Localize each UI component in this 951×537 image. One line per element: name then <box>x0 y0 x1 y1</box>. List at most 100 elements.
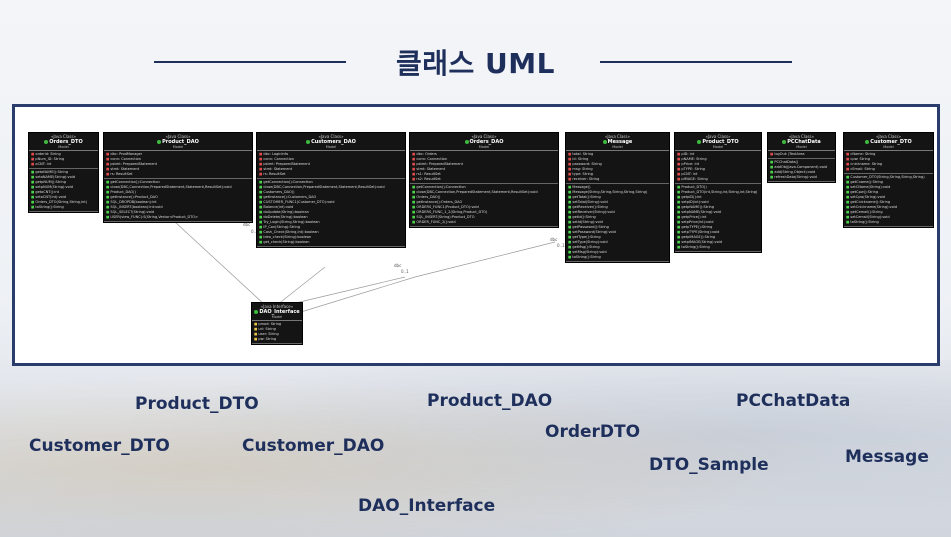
member-text: SQL_SELECT(String):void <box>110 210 155 214</box>
member-text: setpNUM(String):void <box>35 185 73 189</box>
member-text: Message(String,String,String,String,Stri… <box>572 190 648 194</box>
edge-label-mult-2: 0..1 <box>401 269 409 274</box>
class-operations: ■ Product_DTO() ■ Product_DTO(int,String,… <box>675 184 761 252</box>
class-icon <box>157 139 162 144</box>
member-text: setpPrice(int):void <box>681 220 714 224</box>
title-area: 클래스 UML <box>0 20 951 80</box>
label-orderdto: OrderDTO <box>545 422 641 442</box>
member-text: IP_Con(String):String <box>263 225 300 229</box>
member-text: rs1: ResultSet <box>416 172 441 176</box>
member-text: SQL_DROPDB(boolean):int <box>110 200 157 204</box>
class-attribute: ■ receiver: String <box>568 177 667 182</box>
member-text: cnickname: String <box>850 162 883 166</box>
uml-class-customer-dto[interactable]: «Java Class» Customer_DTO Model ■ cName: St… <box>843 132 934 228</box>
uml-canvas: dbc 0..1 dbc 0..1 dbc 0..1 «Java Class» Orders… <box>25 127 935 367</box>
member-text: getReceiver():String <box>572 205 608 209</box>
member-text: Product_DAO() <box>110 190 136 194</box>
member-text: getId():String <box>572 215 596 219</box>
class-operation: ■ refreshData(String):void <box>770 175 833 180</box>
member-text: getCemail():String <box>850 210 883 214</box>
member-text: toString():String <box>681 245 710 249</box>
member-text: doUpdate(String):boolean <box>263 210 309 214</box>
member-text: Customer_DTO(String,String,String,String… <box>850 175 925 179</box>
class-attribute: ■ rs: ResultSet <box>106 172 250 177</box>
member-text: orderid: String <box>35 152 61 156</box>
member-text: rs: ResultSet <box>263 172 286 176</box>
member-text: SQL_INSERT(boolean):int:void <box>110 205 163 209</box>
member-text: Try_Login(String,String):boolean <box>263 220 320 224</box>
class-icon <box>254 309 259 314</box>
member-text: getpTYPE():String <box>681 225 713 229</box>
class-attribute: ■ pIMAGE: String <box>677 177 759 182</box>
member-text: conn: Connection <box>110 157 142 161</box>
page-title: 클래스 UML <box>396 47 555 80</box>
class-attributes: ■ logOut: JTextArea <box>768 151 835 159</box>
member-text: receiver: String <box>572 177 600 181</box>
member-text: conn: Connection <box>263 157 295 161</box>
member-text: getpNAME():String <box>681 205 714 209</box>
class-operations: ■ PCChatData() ■ addObj(Java.Component):v… <box>768 159 835 182</box>
member-text: stmt: Statement <box>263 167 293 171</box>
class-attribute: ■ pw: String <box>254 337 300 342</box>
class-icon <box>44 139 49 144</box>
class-header: «Java Class» Orders_DAO Model <box>410 133 558 151</box>
label-customer-dto: Customer_DTO <box>29 436 170 456</box>
member-text: setType(String):void <box>572 240 608 244</box>
class-operations: ■ Message() ■ Message(String,String,Strin… <box>566 184 669 262</box>
member-text: Balance(int):void <box>263 205 294 209</box>
member-text: pCNT: int <box>681 172 698 176</box>
class-operations: ■ getoNAME():String ■ setoNAME(String):vo… <box>29 169 98 212</box>
uml-class-pcchatdata[interactable]: «Java Class» PCChatData Model ■ logOut: JTe… <box>767 132 836 183</box>
uml-class-product-dao[interactable]: «Java Class» Product_DAO Model ■ dbc: ProdM… <box>103 132 253 223</box>
class-package: Model <box>271 315 283 319</box>
member-text: pIMAGE: String <box>681 177 708 181</box>
class-header: «Java Interface» DAO_Interface Model <box>252 303 302 321</box>
class-operation: ■ toString():String <box>568 255 667 260</box>
member-text: getpID():int <box>681 195 702 199</box>
member-text: ideo_check(String):boolean <box>263 235 312 239</box>
member-text: SQL_INSERT(String):Product_DTO <box>416 215 475 219</box>
class-operation: ■ ORDER_FUNC_2():void <box>412 220 556 225</box>
class-attributes: ■ pID: int ■ pNAME: String ■ pPrice: int ■ … <box>675 151 761 184</box>
title-rule-right <box>600 61 792 63</box>
class-header: «Java Class» Message Model <box>566 133 669 151</box>
member-text: setCemail(String):void <box>850 215 890 219</box>
member-text: close(DBC,Connection,PreparedStatement,S… <box>416 190 538 194</box>
class-package: Model <box>712 145 724 149</box>
uml-class-product-dto[interactable]: «Java Class» Product_DTO Model ■ pID: int ■ … <box>674 132 762 253</box>
member-text: ORDER_FUNC_2():void <box>416 220 456 224</box>
member-text: msg: String <box>572 167 593 171</box>
uml-class-orders-dto[interactable]: «Java Class» Orders_DTO Model ■ orderid: St… <box>28 132 99 213</box>
member-text: stmt: Statement <box>416 167 446 171</box>
uml-class-customer-dao[interactable]: «Java Class» Customers_DAO Model ■ dbc: Log… <box>256 132 406 248</box>
uml-class-dao-interface[interactable]: «Java Interface» DAO_Interface Model ■ pmod… <box>251 302 303 345</box>
class-operations: ■ getConnection():Connection ■ close(DBC,… <box>410 184 558 227</box>
label-dto-sample: DTO_Sample <box>649 455 769 475</box>
member-text: getCpw():String <box>850 190 879 194</box>
member-text: pstmt: PreparedStatement <box>263 162 310 166</box>
member-text: dbc: LoginInfo <box>263 152 289 156</box>
member-text: getCnickname():String <box>850 200 891 204</box>
class-attributes: ■ dbc: Orders ■ conn: Connection ■ pstmt: … <box>410 151 558 184</box>
class-package: Model <box>58 145 69 149</box>
label-message: Message <box>845 447 929 467</box>
member-text: pstmt: PreparedStatement <box>416 162 463 166</box>
uml-class-message[interactable]: «Java Class» Message Model ■ total: String ■… <box>565 132 670 263</box>
member-text: setpID(int):void <box>681 200 709 204</box>
class-operations: ■ Customer_DTO(String,String,String,Stri… <box>844 174 933 227</box>
member-text: getpIMAGE():String <box>681 235 716 239</box>
member-text: doDelete(String):boolean <box>263 215 308 219</box>
edge-product-dao-interface <box>174 221 266 306</box>
member-text: pNAME: String <box>681 157 707 161</box>
label-dao-interface: DAO_Interface <box>358 496 496 516</box>
member-text: getpNUM():String <box>35 180 66 184</box>
class-icon <box>865 139 870 144</box>
class-operation: ■ toString():String <box>846 220 931 225</box>
class-attributes: ■ dbc: LoginInfo ■ conn: Connection ■ pstm… <box>257 151 405 179</box>
member-text: setoCNT(int):void <box>35 195 66 199</box>
class-package: Model <box>883 145 894 149</box>
uml-class-orders-dao[interactable]: «Java Class» Orders_DAO Model ■ dbc: Orders… <box>409 132 559 228</box>
member-text: setpIMAGE(String):void <box>681 240 723 244</box>
member-text: toString():String <box>850 220 879 224</box>
edge-orders-dao-interface <box>300 241 556 313</box>
